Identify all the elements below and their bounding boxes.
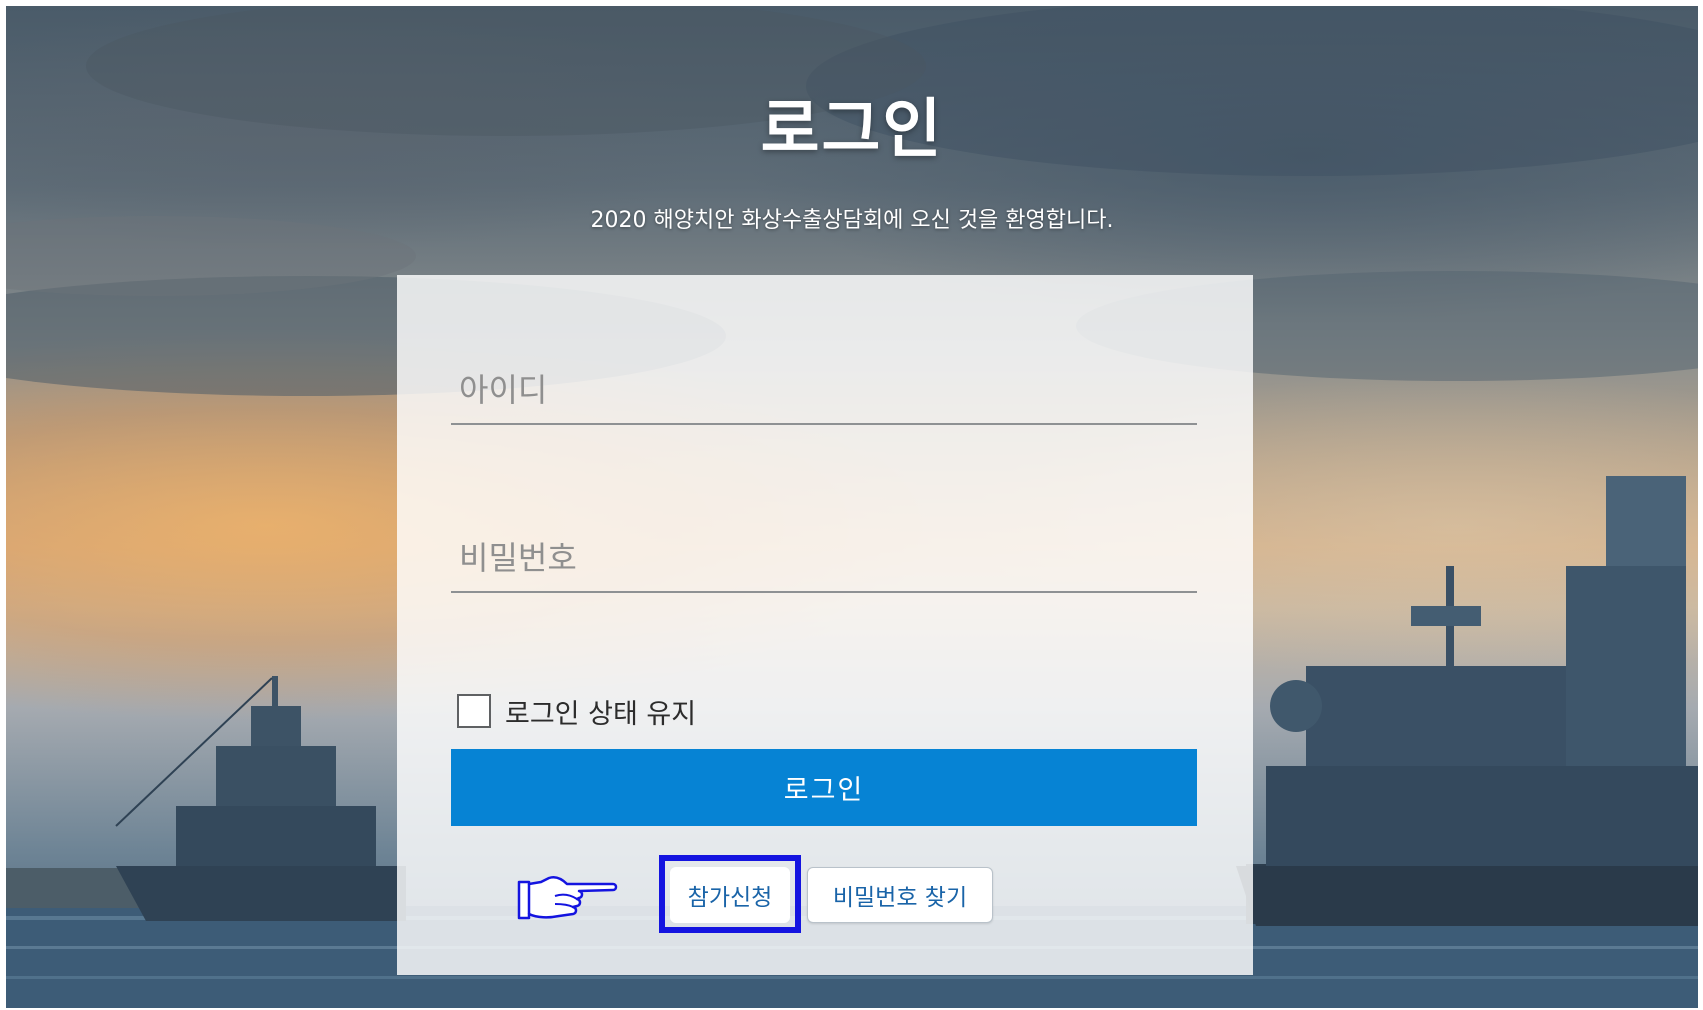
pointing-hand-icon xyxy=(517,876,618,920)
join-button[interactable]: 참가신청 xyxy=(670,867,790,923)
secondary-actions: 참가신청 비밀번호 찾기 xyxy=(397,848,1253,933)
remember-login[interactable]: 로그인 상태 유지 xyxy=(457,691,696,731)
background-scene: 로그인 2020 해양치안 화상수출상담회에 오신 것을 환영합니다. 로그인 … xyxy=(6,6,1698,1008)
page-title: 로그인 xyxy=(760,93,944,167)
password-input[interactable] xyxy=(451,533,1197,593)
login-panel: 로그인 상태 유지 로그인 참가신청 비밀번호 찾기 xyxy=(397,275,1253,975)
remember-checkbox[interactable] xyxy=(457,694,491,728)
login-button[interactable]: 로그인 xyxy=(451,749,1197,826)
find-password-button[interactable]: 비밀번호 찾기 xyxy=(807,867,993,923)
welcome-subtitle: 2020 해양치안 화상수출상담회에 오신 것을 환영합니다. xyxy=(590,208,1114,233)
remember-label: 로그인 상태 유지 xyxy=(505,698,697,730)
id-input[interactable] xyxy=(451,365,1197,425)
